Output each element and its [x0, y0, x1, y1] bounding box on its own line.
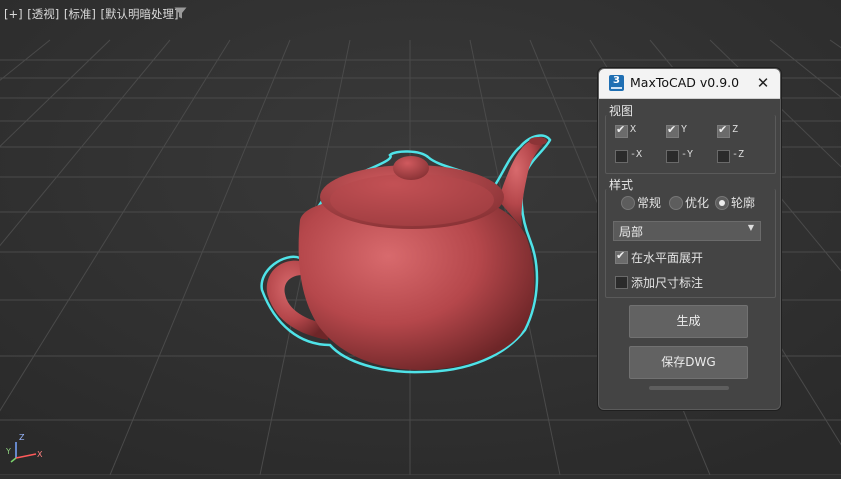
scope-dropdown[interactable]: 局部 ▼	[613, 221, 761, 241]
checkbox-z[interactable]	[717, 123, 730, 138]
radio-outline[interactable]	[715, 196, 729, 210]
checkbox-unfold-horizontal[interactable]	[615, 249, 628, 264]
maxtocad-dialog: 3 MaxToCAD v0.9.0 ✕ 视图 X Y Z -X -Y -Z 样式…	[598, 68, 781, 410]
checkbox-x[interactable]	[615, 123, 628, 138]
checkbox-z-label: Z	[732, 124, 739, 135]
radio-optimize[interactable]	[669, 196, 683, 210]
dialog-titlebar[interactable]: 3 MaxToCAD v0.9.0 ✕	[599, 69, 780, 99]
close-icon[interactable]: ✕	[753, 73, 773, 93]
checkbox-neg-x[interactable]	[615, 150, 628, 163]
checkbox-neg-z[interactable]	[717, 150, 730, 163]
checkbox-add-dimensions-label[interactable]: 添加尺寸标注	[631, 274, 703, 291]
checkbox-unfold-horizontal-label[interactable]: 在水平面展开	[631, 249, 703, 266]
radio-outline-label[interactable]: 轮廓	[731, 194, 755, 211]
chevron-down-icon: ▼	[747, 223, 754, 232]
radio-normal[interactable]	[621, 196, 635, 210]
axis-gizmo: Z X Y	[6, 433, 43, 463]
checkbox-neg-y-label: -Y	[681, 149, 694, 160]
axis-y-label: Y	[6, 447, 11, 456]
checkbox-y[interactable]	[666, 123, 679, 138]
viewport-label[interactable]: [+] [透视] [标准] [默认明暗处理]	[4, 6, 180, 22]
viewport-shading-default[interactable]: [默认明暗处理]	[101, 7, 179, 21]
checkbox-neg-x-label: -X	[630, 149, 643, 160]
viewport-view-perspective[interactable]: [透视]	[27, 7, 59, 21]
checkbox-neg-y[interactable]	[666, 150, 679, 163]
checkbox-x-label: X	[630, 124, 637, 135]
checkbox-y-label: Y	[681, 124, 688, 135]
checkbox-add-dimensions[interactable]	[615, 276, 628, 289]
save-dwg-button[interactable]: 保存DWG	[629, 346, 748, 379]
scope-dropdown-value: 局部	[619, 225, 644, 239]
axis-x-label: X	[37, 450, 43, 459]
radio-normal-label[interactable]: 常规	[637, 194, 661, 211]
viewport-render-standard[interactable]: [标准]	[64, 7, 96, 21]
status-line	[649, 386, 729, 390]
generate-button[interactable]: 生成	[629, 305, 748, 338]
app-icon: 3	[609, 75, 624, 91]
dialog-title: MaxToCAD v0.9.0	[630, 75, 740, 90]
viewport-menu-plus[interactable]: [+]	[4, 7, 23, 21]
funnel-icon[interactable]	[174, 7, 187, 19]
axis-z-label: Z	[19, 433, 25, 442]
checkbox-neg-z-label: -Z	[732, 149, 745, 160]
radio-optimize-label[interactable]: 优化	[685, 194, 709, 211]
